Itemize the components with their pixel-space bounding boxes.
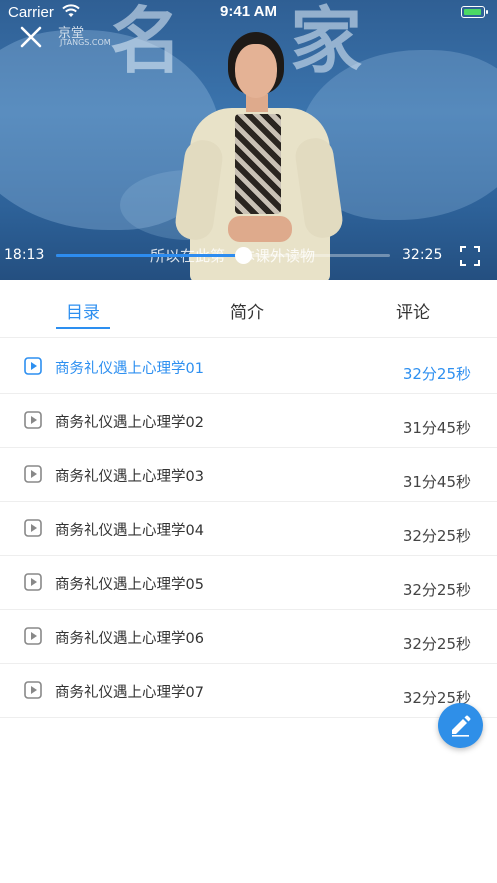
lesson-row[interactable]: 商务礼仪遇上心理学01 32分25秒 (0, 340, 497, 394)
presenter (173, 30, 345, 280)
lesson-row[interactable]: 商务礼仪遇上心理学03 31分45秒 (0, 448, 497, 502)
lesson-row[interactable]: 商务礼仪遇上心理学07 32分25秒 (0, 664, 497, 718)
lesson-title: 商务礼仪遇上心理学05 (55, 577, 204, 593)
status-bar: Carrier 9:41 AM (0, 0, 497, 24)
lesson-duration: 32分25秒 (402, 365, 471, 383)
tab-bar: 目录 简介 评论 (0, 280, 497, 338)
close-icon[interactable] (16, 22, 46, 52)
lesson-duration: 32分25秒 (402, 527, 471, 545)
tab-comments[interactable]: 评论 (396, 298, 430, 323)
lesson-row[interactable]: 商务礼仪遇上心理学04 32分25秒 (0, 502, 497, 556)
edit-note-button[interactable] (438, 703, 483, 748)
lesson-duration: 31分45秒 (402, 473, 471, 491)
lesson-title: 商务礼仪遇上心理学03 (55, 469, 204, 485)
pencil-icon (452, 715, 471, 737)
lesson-title: 商务礼仪遇上心理学01 (55, 361, 204, 377)
clock: 9:41 AM (220, 3, 277, 20)
progress-knob[interactable] (235, 247, 253, 264)
fullscreen-icon[interactable] (460, 246, 480, 266)
progress-bar[interactable] (56, 247, 390, 264)
play-icon (24, 519, 42, 537)
video-player[interactable]: 名 家 京堂 JTANGS.COM Carrier 9:41 AM 所以在此第一… (0, 0, 497, 280)
lesson-title: 商务礼仪遇上心理学04 (55, 523, 204, 539)
current-time: 18:13 (4, 247, 45, 263)
play-icon (24, 411, 42, 429)
tab-indicator (56, 327, 110, 329)
video-logo-url: JTANGS.COM (60, 38, 111, 47)
lesson-row[interactable]: 商务礼仪遇上心理学02 31分45秒 (0, 394, 497, 448)
tab-catalog[interactable]: 目录 (66, 298, 100, 323)
lesson-title: 商务礼仪遇上心理学02 (55, 415, 204, 431)
progress-played (56, 254, 244, 257)
tab-intro[interactable]: 简介 (230, 298, 264, 323)
lesson-duration: 32分25秒 (402, 581, 471, 599)
lesson-title: 商务礼仪遇上心理学07 (55, 685, 204, 701)
lesson-duration: 31分45秒 (402, 419, 471, 437)
play-icon (24, 627, 42, 645)
play-icon (24, 681, 42, 699)
play-icon (24, 573, 42, 591)
lesson-row[interactable]: 商务礼仪遇上心理学06 32分25秒 (0, 610, 497, 664)
lesson-list: 商务礼仪遇上心理学01 32分25秒 商务礼仪遇上心理学02 31分45秒 商务… (0, 340, 497, 718)
battery-icon (461, 6, 488, 18)
lesson-duration: 32分25秒 (402, 635, 471, 653)
play-icon (24, 357, 42, 375)
lesson-title: 商务礼仪遇上心理学06 (55, 631, 204, 647)
total-time: 32:25 (402, 247, 443, 263)
lesson-row[interactable]: 商务礼仪遇上心理学05 32分25秒 (0, 556, 497, 610)
play-icon (24, 465, 42, 483)
